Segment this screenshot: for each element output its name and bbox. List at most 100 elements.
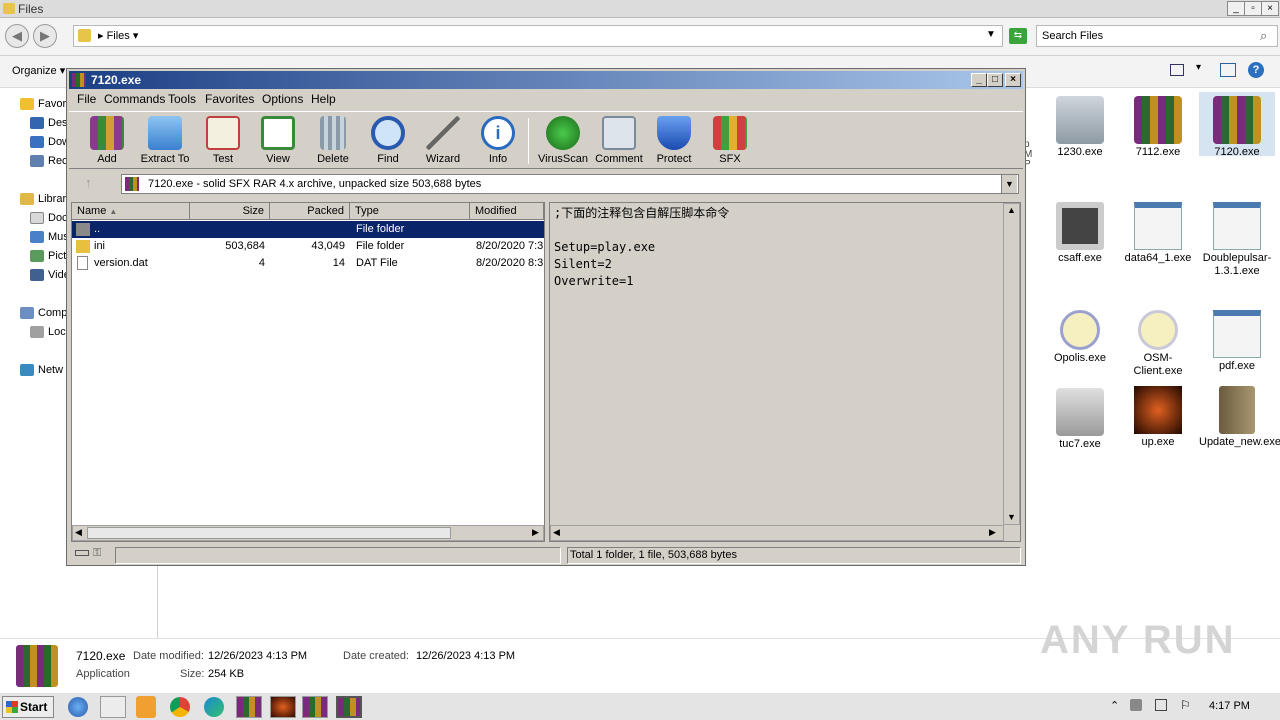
winrar-title-bar[interactable]: 7120.exe _ □ × bbox=[69, 71, 1023, 89]
column-header-packed[interactable]: Packed bbox=[270, 203, 350, 220]
close-button[interactable]: × bbox=[1261, 1, 1279, 16]
chevron-down-icon[interactable]: ▼ bbox=[986, 29, 996, 40]
nav-item-favorites[interactable]: Favor bbox=[20, 98, 66, 111]
file-icon-tuc7[interactable]: tuc7.exe bbox=[1042, 388, 1118, 451]
nav-item-libraries[interactable]: Librar bbox=[20, 193, 66, 206]
search-icon[interactable]: ⌕ bbox=[1260, 28, 1267, 44]
test-button[interactable]: Test bbox=[194, 114, 252, 165]
file-icon-7120[interactable]: 7120.exe bbox=[1199, 92, 1275, 158]
file-icon-pdf[interactable]: pdf.exe bbox=[1199, 310, 1275, 373]
table-row[interactable]: .. File folder bbox=[72, 221, 544, 238]
horizontal-scrollbar[interactable]: ◀ ▶ bbox=[72, 525, 544, 541]
find-button[interactable]: Find bbox=[359, 114, 417, 165]
key-icon[interactable]: ⚿ bbox=[93, 547, 101, 560]
menu-favorites[interactable]: Favorites bbox=[205, 92, 254, 106]
file-icon-up[interactable]: up.exe bbox=[1120, 386, 1196, 449]
file-icon-1230[interactable]: 1230.exe bbox=[1042, 96, 1118, 159]
file-icon-data64[interactable]: data64_1.exe bbox=[1120, 202, 1196, 265]
file-icon-doublepulsar[interactable]: Doublepulsar-1.3.1.exe bbox=[1199, 202, 1275, 278]
scroll-left-icon[interactable]: ◀ bbox=[75, 527, 82, 538]
file-icon-csaff[interactable]: csaff.exe bbox=[1042, 202, 1118, 265]
minimize-button[interactable]: _ bbox=[1227, 1, 1245, 16]
column-header-name[interactable]: Name ▲ bbox=[72, 203, 190, 220]
forward-button[interactable]: ▶ bbox=[33, 24, 57, 48]
sfx-button[interactable]: SFX bbox=[701, 114, 759, 165]
ie-icon[interactable] bbox=[68, 697, 88, 717]
view-icon[interactable] bbox=[1170, 64, 1184, 76]
chevron-down-icon[interactable]: ▼ bbox=[1001, 175, 1017, 193]
nav-item-recent[interactable]: Rec bbox=[30, 155, 68, 168]
nav-item-videos[interactable]: Vide bbox=[30, 269, 70, 282]
protect-button[interactable]: Protect bbox=[645, 114, 703, 165]
menu-file[interactable]: File bbox=[77, 92, 96, 106]
column-header-modified[interactable]: Modified bbox=[470, 203, 544, 220]
edge-icon[interactable] bbox=[204, 697, 224, 717]
scroll-down-icon[interactable]: ▼ bbox=[1007, 512, 1016, 522]
maximize-button[interactable]: □ bbox=[987, 73, 1003, 87]
flag-icon[interactable]: ⚐ bbox=[1180, 698, 1191, 712]
nav-item-computer[interactable]: Comp bbox=[20, 307, 67, 320]
explorer-taskbar-icon[interactable] bbox=[100, 696, 126, 718]
file-icon-update-new[interactable]: Update_new.exe bbox=[1199, 386, 1280, 449]
comment-button[interactable]: Comment bbox=[590, 114, 648, 165]
scroll-up-icon[interactable]: ▲ bbox=[1007, 205, 1016, 215]
minimize-button[interactable]: _ bbox=[971, 73, 987, 87]
nav-item-local-disk[interactable]: Loc bbox=[30, 326, 66, 339]
help-icon[interactable]: ? bbox=[1248, 62, 1264, 78]
media-player-icon[interactable] bbox=[136, 696, 156, 718]
scroll-right-icon[interactable]: ▶ bbox=[989, 527, 996, 538]
table-row[interactable]: ini 503,684 43,049 File folder 8/20/2020… bbox=[72, 238, 544, 255]
vertical-scrollbar[interactable]: ▲ ▼ bbox=[1003, 203, 1020, 525]
address-field[interactable]: ▸ Files ▾ ▼ bbox=[73, 25, 1003, 47]
file-icon-7112[interactable]: 7112.exe bbox=[1120, 96, 1196, 159]
column-header-size[interactable]: Size bbox=[190, 203, 270, 220]
menu-commands[interactable]: Commands bbox=[104, 92, 165, 106]
winrar-active-taskbar-icon[interactable] bbox=[336, 696, 362, 718]
archive-path-field[interactable]: 7120.exe - solid SFX RAR 4.x archive, un… bbox=[121, 174, 1019, 194]
virusscan-button[interactable]: VirusScan bbox=[534, 114, 592, 165]
tray-monitor-icon[interactable] bbox=[1155, 699, 1167, 711]
sfx-box-icon bbox=[713, 116, 747, 150]
scroll-right-icon[interactable]: ▶ bbox=[532, 527, 539, 538]
game-taskbar-icon[interactable] bbox=[270, 696, 296, 718]
preview-pane-icon[interactable] bbox=[1220, 63, 1236, 77]
winrar-taskbar-icon[interactable] bbox=[302, 696, 328, 718]
info-button[interactable]: i Info bbox=[469, 114, 527, 165]
nav-item-music[interactable]: Mus bbox=[30, 231, 69, 244]
chevron-down-icon[interactable]: ▾ bbox=[1196, 62, 1201, 73]
back-button[interactable]: ◀ bbox=[5, 24, 29, 48]
start-button[interactable]: Start bbox=[2, 696, 54, 718]
file-icon-osm-client[interactable]: OSM-Client.exe bbox=[1120, 310, 1196, 378]
file-icon-opolis[interactable]: Opolis.exe bbox=[1042, 310, 1118, 365]
close-button[interactable]: × bbox=[1005, 73, 1021, 87]
nav-item-documents[interactable]: Doc bbox=[30, 212, 68, 225]
menu-options[interactable]: Options bbox=[262, 92, 303, 106]
nav-item-network[interactable]: Netw bbox=[20, 364, 63, 377]
winrar-taskbar-icon[interactable] bbox=[236, 696, 262, 718]
search-input[interactable]: Search Files ⌕ bbox=[1036, 25, 1278, 47]
organize-button[interactable]: Organize ▾ bbox=[12, 64, 65, 77]
scrollbar-thumb[interactable] bbox=[87, 527, 451, 539]
add-button[interactable]: Add bbox=[78, 114, 136, 165]
scroll-left-icon[interactable]: ◀ bbox=[553, 527, 560, 538]
menu-help[interactable]: Help bbox=[311, 92, 336, 106]
chrome-icon[interactable] bbox=[170, 697, 190, 717]
horizontal-scrollbar[interactable]: ◀ ▶ bbox=[550, 525, 1004, 541]
column-header-type[interactable]: Type bbox=[350, 203, 470, 220]
view-button[interactable]: View bbox=[249, 114, 307, 165]
nav-item-desktop[interactable]: Des bbox=[30, 117, 68, 130]
nav-item-downloads[interactable]: Dow bbox=[30, 136, 70, 149]
maximize-button[interactable]: ▫ bbox=[1244, 1, 1262, 16]
clock[interactable]: 4:17 PM bbox=[1209, 700, 1250, 712]
delete-button[interactable]: Delete bbox=[304, 114, 362, 165]
menu-tools[interactable]: Tools bbox=[168, 92, 196, 106]
extract-to-button[interactable]: Extract To bbox=[136, 114, 194, 165]
explorer-title-bar: Files _ ▫ × bbox=[0, 0, 1280, 18]
wizard-button[interactable]: Wizard bbox=[414, 114, 472, 165]
tray-network-icon[interactable] bbox=[1130, 699, 1142, 711]
table-row[interactable]: version.dat 4 14 DAT File 8/20/2020 8:3 bbox=[72, 255, 544, 272]
refresh-icon[interactable]: ⇆ bbox=[1009, 28, 1027, 44]
up-arrow-icon[interactable]: ↑ bbox=[85, 175, 92, 190]
nav-item-pictures[interactable]: Pict bbox=[30, 250, 66, 263]
tray-expand-icon[interactable]: ⌃ bbox=[1110, 699, 1119, 712]
